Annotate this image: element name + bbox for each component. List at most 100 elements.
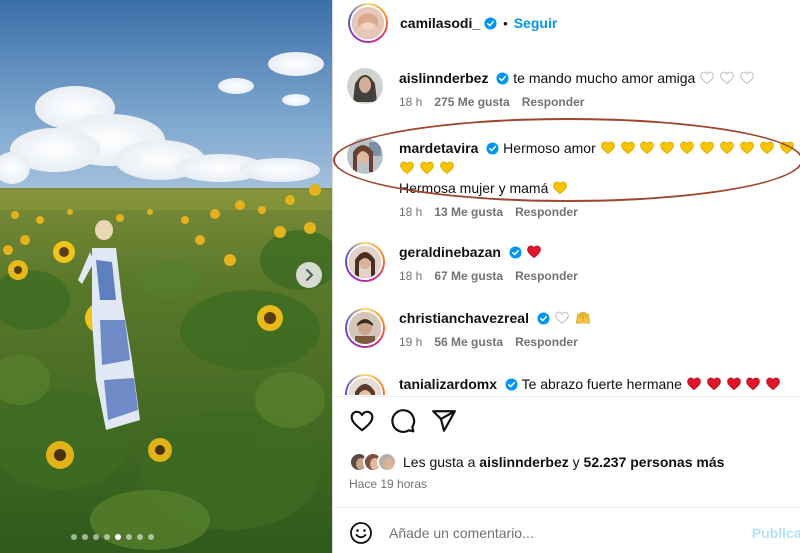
red-heart-icon [526, 245, 541, 259]
comment-likes[interactable]: 56 Me gusta [434, 332, 503, 352]
carousel-dot [137, 534, 143, 540]
comment-emoji [552, 180, 568, 196]
comment-emoji [554, 310, 592, 326]
comment-emoji [526, 244, 542, 260]
follow-button[interactable]: Seguir [514, 15, 558, 31]
comment-username[interactable]: geraldinebazan [399, 244, 501, 260]
yellow-heart-icon [660, 141, 675, 155]
comment-item: christianchavezreal 19 h 56 Me gusta Res… [345, 308, 800, 352]
avatar [352, 7, 384, 39]
post-time[interactable]: Hace 19 horas [349, 477, 427, 491]
comment-text: Te abrazo fuerte hermane [521, 376, 682, 392]
yellow-heart-icon [420, 161, 434, 175]
white-heart-icon [740, 71, 754, 85]
yellow-heart-icon [779, 141, 794, 155]
carousel-dot [71, 534, 77, 540]
verified-badge-icon [509, 246, 522, 259]
comment-text-line2: Hermosa mujer y mamá [399, 180, 549, 196]
comment-time[interactable]: 18 h [399, 266, 422, 286]
comment-time[interactable]: 18 h [399, 92, 422, 112]
comment-time[interactable]: 18 h [399, 202, 422, 222]
avatar[interactable] [345, 308, 385, 348]
white-heart-icon [554, 311, 569, 325]
reply-button[interactable]: Responder [515, 202, 578, 222]
verified-badge-icon [496, 72, 509, 85]
red-heart-icon [706, 377, 721, 391]
emoji-smiley-icon[interactable] [349, 521, 373, 545]
verified-badge-icon [484, 16, 497, 30]
author-avatar-ring[interactable] [348, 3, 388, 43]
yellow-heart-icon [759, 141, 774, 155]
comment-time[interactable]: 19 h [399, 332, 422, 352]
raised-hands-icon [575, 312, 590, 324]
yellow-heart-icon [720, 141, 734, 155]
post-header: camilasodi_ • Seguir [333, 0, 800, 46]
comment-item: mardetavira Hermoso amor Hermosa mujer y… [347, 138, 800, 222]
share-send-icon[interactable] [431, 408, 457, 434]
comment-username[interactable]: aislinnderbez [399, 70, 488, 86]
comment-item: geraldinebazan 18 h 67 Me gusta Responde… [345, 242, 800, 286]
yellow-heart-icon [740, 141, 754, 155]
red-heart-icon [686, 377, 701, 391]
like-heart-icon[interactable] [349, 408, 375, 434]
avatar[interactable] [347, 138, 383, 174]
white-heart-icon [700, 71, 715, 85]
publish-comment-button[interactable]: Publicar [752, 525, 800, 541]
comment-text: te mando mucho amor amiga [513, 70, 696, 86]
chevron-right-icon [306, 269, 314, 281]
likes-others[interactable]: 52.237 personas más [584, 454, 725, 470]
sunflower-field-image [0, 0, 332, 553]
instagram-post-view: camilasodi_ • Seguir aislinnderbez te ma… [0, 0, 800, 553]
carousel-dot [126, 534, 132, 540]
comment-likes[interactable]: 13 Me gusta [434, 202, 503, 222]
comment-item: tanializardomx Te abrazo fuerte hermane [345, 374, 800, 395]
post-side-panel: camilasodi_ • Seguir aislinnderbez te ma… [332, 0, 800, 553]
white-heart-icon [720, 71, 734, 85]
comment-likes[interactable]: 67 Me gusta [434, 266, 503, 286]
liker-avatars[interactable] [349, 452, 397, 472]
reply-button[interactable]: Responder [515, 332, 578, 352]
comment-bubble-icon[interactable] [390, 408, 416, 434]
carousel-dot [82, 534, 88, 540]
likes-user[interactable]: aislinnderbez [479, 454, 568, 470]
post-actions [349, 408, 457, 434]
yellow-heart-icon [553, 181, 568, 195]
reply-button[interactable]: Responder [522, 92, 585, 112]
yellow-heart-icon [600, 141, 615, 155]
carousel-dot [115, 534, 121, 540]
comment-emoji [699, 70, 755, 86]
post-photo[interactable] [0, 0, 332, 553]
author-username[interactable]: camilasodi_ [400, 15, 480, 31]
avatar[interactable] [347, 68, 383, 104]
red-heart-icon [726, 377, 741, 391]
add-comment-input[interactable]: Añade un comentario... [389, 525, 534, 541]
verified-badge-icon [486, 142, 499, 155]
yellow-heart-icon [640, 141, 655, 155]
add-comment-row: Añade un comentario... Publicar [333, 512, 800, 553]
separator-dot: • [503, 15, 508, 31]
red-heart-icon [746, 377, 761, 391]
avatar[interactable] [345, 374, 385, 395]
comment-text: Hermoso amor [503, 140, 596, 156]
reply-button[interactable]: Responder [515, 266, 578, 286]
comments-list[interactable]: aislinnderbez te mando mucho amor amiga … [333, 50, 800, 395]
yellow-heart-icon [680, 141, 695, 155]
likes-prefix: Les gusta a [403, 454, 476, 470]
verified-badge-icon [537, 312, 550, 325]
yellow-heart-icon [620, 141, 635, 155]
carousel-dot [148, 534, 154, 540]
comment-username[interactable]: tanializardomx [399, 376, 497, 392]
comment-username[interactable]: mardetavira [399, 140, 478, 156]
verified-badge-icon [505, 378, 518, 391]
comment-emoji [686, 376, 782, 392]
carousel-indicator [71, 534, 154, 540]
likes-summary: Les gusta a aislinnderbez y 52.237 perso… [349, 452, 724, 472]
comment-username[interactable]: christianchavezreal [399, 310, 529, 326]
divider [333, 396, 800, 397]
next-photo-button[interactable] [296, 262, 322, 288]
avatar[interactable] [345, 242, 385, 282]
comment-likes[interactable]: 275 Me gusta [434, 92, 509, 112]
avatar [377, 452, 397, 472]
likes-connector: y [572, 454, 580, 470]
comment-item: aislinnderbez te mando mucho amor amiga … [347, 68, 800, 112]
